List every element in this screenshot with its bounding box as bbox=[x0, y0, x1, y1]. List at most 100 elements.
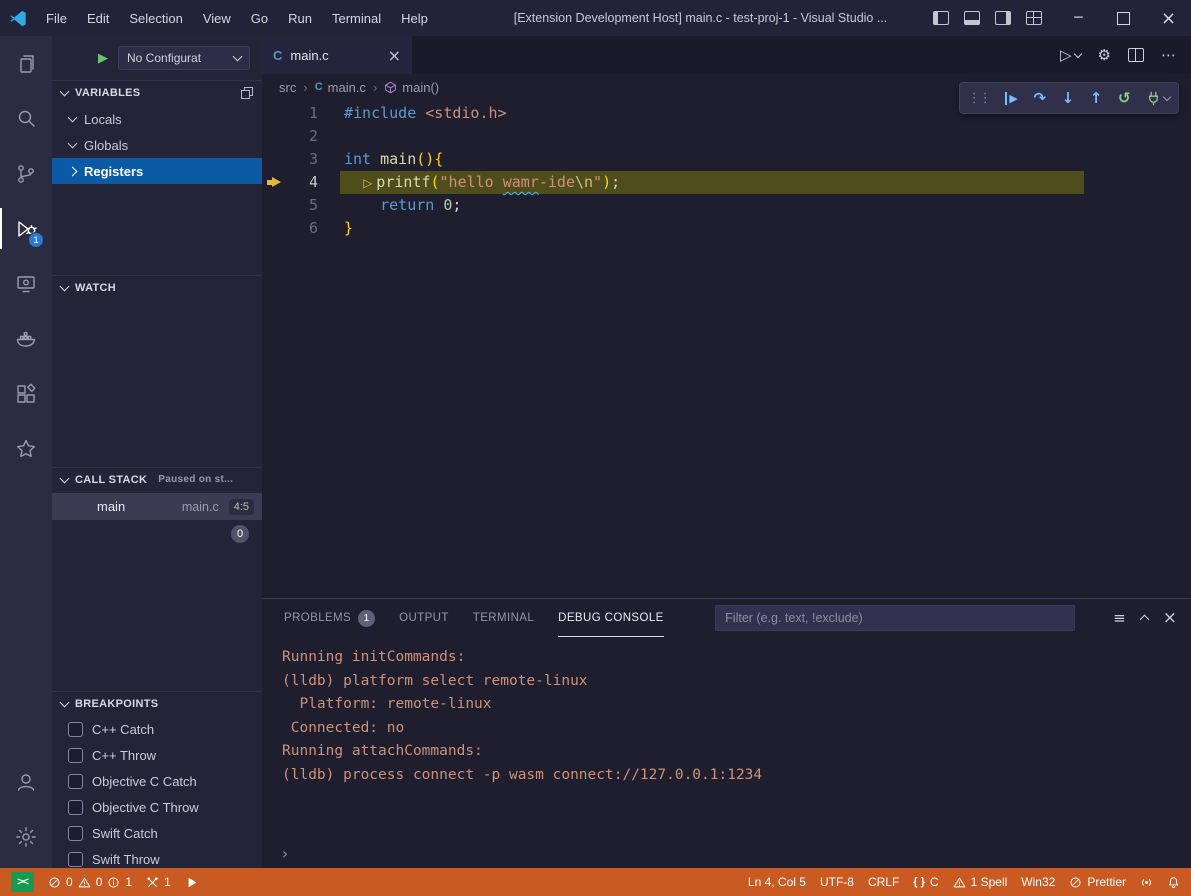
gutter[interactable]: 3 bbox=[262, 148, 340, 171]
panel-tab-debug-console[interactable]: DEBUG CONSOLE bbox=[558, 599, 664, 637]
minimize-button[interactable]: ─ bbox=[1056, 0, 1101, 36]
run-menu-button[interactable]: ▷ bbox=[1060, 46, 1081, 64]
activity-item-docker[interactable] bbox=[0, 311, 52, 366]
more-actions-button[interactable]: ⋯ bbox=[1161, 46, 1176, 64]
toggle-sidebar-icon[interactable] bbox=[933, 11, 949, 25]
panel-tab-terminal[interactable]: TERMINAL bbox=[473, 599, 534, 637]
status-item-notifications[interactable] bbox=[1160, 868, 1187, 896]
step-over-button[interactable]: ↷ bbox=[1033, 89, 1046, 107]
checkbox-icon[interactable] bbox=[68, 852, 83, 867]
breadcrumb-item-main[interactable]: main() bbox=[384, 80, 439, 95]
activity-item-extensions[interactable] bbox=[0, 366, 52, 421]
activity-item-source-control[interactable] bbox=[0, 146, 52, 201]
settings-gear-icon[interactable]: ⚙ bbox=[1098, 46, 1111, 64]
callstack-section-header[interactable]: CALL STACK Paused on st... bbox=[52, 467, 262, 491]
status-item-problems[interactable]: 001 bbox=[41, 868, 139, 896]
checkbox-icon[interactable] bbox=[68, 748, 83, 763]
status-item-prettier[interactable]: Prettier bbox=[1062, 868, 1133, 896]
watch-section-header[interactable]: WATCH bbox=[52, 275, 262, 299]
code-line[interactable]: 6} bbox=[262, 217, 1191, 240]
breakpoint-item-swift-catch[interactable]: Swift Catch bbox=[52, 820, 262, 846]
disconnect-button[interactable] bbox=[1146, 91, 1170, 106]
gutter[interactable]: 1 bbox=[262, 102, 340, 125]
checkbox-icon[interactable] bbox=[68, 774, 83, 789]
status-item-feedback[interactable] bbox=[1133, 868, 1160, 896]
variables-item-registers[interactable]: Registers bbox=[52, 158, 262, 184]
status-item-remote-indicator[interactable]: >< bbox=[4, 868, 41, 896]
status-item-cursor-position[interactable]: Ln 4, Col 5 bbox=[741, 868, 813, 896]
gutter[interactable]: 6 bbox=[262, 217, 340, 240]
breadcrumb-item-src[interactable]: src bbox=[279, 80, 296, 95]
menu-file[interactable]: File bbox=[36, 0, 77, 36]
step-out-button[interactable]: ↑ bbox=[1090, 89, 1103, 107]
activity-item-star[interactable] bbox=[0, 421, 52, 476]
breakpoints-section-header[interactable]: BREAKPOINTS bbox=[52, 691, 262, 715]
tab-main-c[interactable]: C main.c × bbox=[262, 36, 412, 74]
code-line[interactable]: 5 return 0; bbox=[262, 194, 1191, 217]
menu-selection[interactable]: Selection bbox=[119, 0, 192, 36]
checkbox-icon[interactable] bbox=[68, 800, 83, 815]
status-item-spell-checker[interactable]: 1 Spell bbox=[946, 868, 1015, 896]
close-button[interactable]: × bbox=[1146, 0, 1191, 36]
breakpoint-item-c-catch[interactable]: C++ Catch bbox=[52, 716, 262, 742]
collapse-all-icon[interactable] bbox=[241, 87, 253, 99]
filter-lines-icon[interactable]: ≡ bbox=[1113, 609, 1126, 627]
status-item-debug-start[interactable] bbox=[178, 868, 205, 896]
launch-config-dropdown[interactable]: No Configurat bbox=[118, 46, 250, 70]
toggle-secondary-sidebar-icon[interactable] bbox=[995, 11, 1011, 25]
toggle-panel-icon[interactable] bbox=[964, 11, 980, 25]
drag-handle-icon[interactable]: ⋮⋮ bbox=[968, 91, 990, 106]
menu-go[interactable]: Go bbox=[241, 0, 278, 36]
activity-item-search[interactable] bbox=[0, 91, 52, 146]
close-tab-icon[interactable]: × bbox=[388, 46, 401, 65]
stack-frame-row[interactable]: main main.c 4:5 bbox=[52, 493, 262, 520]
status-item-language-mode[interactable]: { }C bbox=[906, 868, 945, 896]
checkbox-icon[interactable] bbox=[68, 826, 83, 841]
close-panel-icon[interactable]: × bbox=[1163, 608, 1177, 628]
breakpoint-item-objective-c-throw[interactable]: Objective C Throw bbox=[52, 794, 262, 820]
checkbox-icon[interactable] bbox=[68, 722, 83, 737]
activity-item-settings[interactable] bbox=[0, 809, 52, 864]
gutter[interactable]: 2 bbox=[262, 125, 340, 148]
menu-terminal[interactable]: Terminal bbox=[322, 0, 391, 36]
code-line[interactable]: 3int main(){ bbox=[262, 148, 1191, 171]
step-into-button[interactable]: ↓ bbox=[1062, 89, 1075, 107]
maximize-panel-icon[interactable] bbox=[1141, 610, 1148, 627]
status-item-encoding[interactable]: UTF-8 bbox=[813, 868, 861, 896]
continue-button[interactable]: ▶ bbox=[1005, 92, 1017, 105]
breadcrumb-item-main-c[interactable]: Cmain.c bbox=[315, 80, 366, 95]
code-line[interactable]: 4 ▷printf("hello wamr-ide\n"); bbox=[262, 171, 1191, 194]
menu-run[interactable]: Run bbox=[278, 0, 322, 36]
start-debug-button[interactable]: ▶ bbox=[98, 51, 108, 66]
activity-item-explorer[interactable] bbox=[0, 36, 52, 91]
activity-item-run-debug[interactable]: 1 bbox=[0, 201, 52, 256]
menu-help[interactable]: Help bbox=[391, 0, 438, 36]
customize-layout-icon[interactable] bbox=[1026, 11, 1042, 25]
code-text bbox=[340, 125, 344, 148]
menu-edit[interactable]: Edit bbox=[77, 0, 119, 36]
breakpoint-item-c-throw[interactable]: C++ Throw bbox=[52, 742, 262, 768]
breakpoint-item-swift-throw[interactable]: Swift Throw bbox=[52, 846, 262, 868]
console-input[interactable]: › bbox=[280, 844, 290, 863]
restart-button[interactable]: ↺ bbox=[1118, 89, 1131, 107]
code-line[interactable]: 2 bbox=[262, 125, 1191, 148]
gutter[interactable]: 5 bbox=[262, 194, 340, 217]
console-filter-input[interactable] bbox=[715, 605, 1075, 631]
code-editor[interactable]: 1#include <stdio.h>23int main(){4 ▷print… bbox=[262, 100, 1191, 598]
status-item-tools[interactable]: 1 bbox=[139, 868, 178, 896]
gutter[interactable]: 4 bbox=[262, 171, 340, 194]
breakpoint-item-objective-c-catch[interactable]: Objective C Catch bbox=[52, 768, 262, 794]
activity-item-remote-explorer[interactable] bbox=[0, 256, 52, 311]
menu-view[interactable]: View bbox=[193, 0, 241, 36]
status-item-eol[interactable]: CRLF bbox=[861, 868, 906, 896]
activity-item-account[interactable] bbox=[0, 754, 52, 809]
variables-item-globals[interactable]: Globals bbox=[52, 132, 262, 158]
status-item-platform[interactable]: Win32 bbox=[1014, 868, 1062, 896]
variables-section-header[interactable]: VARIABLES bbox=[52, 80, 262, 104]
panel-tab-problems[interactable]: PROBLEMS1 bbox=[284, 599, 375, 637]
panel-tab-output[interactable]: OUTPUT bbox=[399, 599, 449, 637]
split-editor-button[interactable] bbox=[1128, 48, 1144, 62]
variables-item-locals[interactable]: Locals bbox=[52, 106, 262, 132]
maximize-button[interactable] bbox=[1101, 0, 1146, 36]
chevron-down-icon bbox=[1073, 49, 1081, 57]
